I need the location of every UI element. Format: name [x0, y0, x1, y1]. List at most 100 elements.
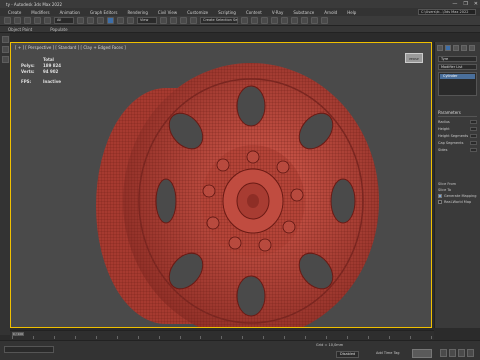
modifier-list-dropdown[interactable]: Modifier List [438, 64, 477, 70]
param-spinner[interactable] [470, 133, 477, 138]
angle-snap-icon[interactable] [180, 17, 187, 24]
select-scale-icon[interactable] [127, 17, 134, 24]
schematic-view-icon[interactable] [281, 17, 289, 24]
render-frame-icon[interactable] [311, 17, 319, 24]
window-controls: — ❐ ✕ [452, 0, 478, 8]
create-tab-icon[interactable] [437, 45, 443, 51]
pivot-center-icon[interactable] [160, 17, 167, 24]
generate-mapping-checkbox[interactable] [438, 194, 442, 198]
material-editor-icon[interactable] [291, 17, 299, 24]
viewport-label[interactable]: [ + ] [ Perspective ] [ Standard ] [ Cla… [15, 45, 126, 50]
undo-icon[interactable] [4, 17, 11, 24]
select-by-name-icon[interactable] [87, 17, 94, 24]
zoom-extents-icon[interactable] [467, 349, 474, 357]
go-to-end-icon[interactable] [458, 349, 465, 357]
close-button[interactable]: ✕ [474, 1, 478, 7]
grid-readout: Grid = 10,0mm [316, 343, 344, 347]
select-rotate-icon[interactable] [117, 17, 124, 24]
ribbon-tabs: Object Paint Populate [0, 26, 480, 33]
modify-tab-icon[interactable] [445, 45, 451, 51]
viewport-layout-icon[interactable] [1, 46, 9, 53]
viewcube[interactable]: PERSP [405, 53, 423, 63]
link-icon[interactable] [24, 17, 31, 24]
modifier-stack: Cylinder [438, 72, 477, 96]
layer-explorer-icon[interactable] [261, 17, 269, 24]
param-radius: Radius [438, 119, 477, 124]
param-spinner[interactable] [470, 140, 477, 145]
menu-animation[interactable]: Animation [60, 10, 80, 15]
slice-to-row[interactable]: Slice To [438, 188, 477, 192]
time-slider[interactable]: 0 / 100 [10, 330, 434, 340]
param-label: Height [438, 126, 450, 131]
snap-toggle-icon[interactable] [170, 17, 177, 24]
status-bar: Grid = 10,0mm Disabled Add Time Tag [0, 340, 480, 360]
viewport-statistics: Total Polys: 189 824 Verts: 94 902 FPS: Ina… [21, 57, 61, 85]
play-icon[interactable] [449, 349, 456, 357]
ribbon-tab-object-paint[interactable]: Object Paint [8, 27, 32, 32]
param-label: Radius [438, 119, 450, 124]
generate-mapping-row[interactable]: Generate Mapping [438, 194, 477, 198]
param-label: Sides [438, 147, 448, 152]
menu-rendering[interactable]: Rendering [127, 10, 147, 15]
menu-customize[interactable]: Customize [187, 10, 208, 15]
reference-coordinate-dropdown[interactable]: View [137, 17, 157, 24]
param-sides: Sides [438, 147, 477, 152]
window-title: ty - Autodesk 3ds Max 2022 [6, 1, 63, 7]
named-selection-sets-dropdown[interactable]: Create Selection Se [200, 17, 239, 24]
adaptive-degradation-toggle[interactable]: Disabled [336, 351, 360, 358]
menu-scripting[interactable]: Scripting [218, 10, 236, 15]
real-world-map-checkbox[interactable] [438, 200, 442, 204]
add-time-tag-button[interactable]: Add Time Tag [376, 351, 400, 355]
minimize-button[interactable]: — [452, 1, 457, 7]
motion-tab-icon[interactable] [461, 45, 467, 51]
menu-vray[interactable]: V-Ray [272, 10, 283, 15]
param-cap-segments: Cap Segments [438, 140, 477, 145]
stats-verts-value: 94 902 [43, 69, 59, 74]
select-move-icon[interactable] [107, 17, 114, 24]
param-spinner[interactable] [470, 119, 477, 124]
go-to-start-icon[interactable] [440, 349, 447, 357]
isolate-icon[interactable] [1, 56, 9, 63]
scene-explorer-icon[interactable] [1, 36, 9, 43]
param-label: Cap Segments [438, 140, 464, 145]
unlink-icon[interactable] [34, 17, 41, 24]
stats-verts-label: Verts: [21, 69, 35, 74]
hierarchy-tab-icon[interactable] [453, 45, 459, 51]
workspace-path-field[interactable]: C:\Users\tr...\3ds Max 2022 [418, 9, 476, 15]
slice-from-row[interactable]: Slice From [438, 182, 477, 186]
set-key-button[interactable] [412, 349, 432, 358]
param-spinner[interactable] [470, 126, 477, 131]
bind-space-warp-icon[interactable] [44, 17, 51, 24]
menu-help[interactable]: Help [347, 10, 356, 15]
menu-content[interactable]: Content [246, 10, 262, 15]
command-panel: Tyre Modifier List Cylinder Parameters R… [434, 42, 480, 328]
region-select-icon[interactable] [97, 17, 104, 24]
render-icon[interactable] [321, 17, 329, 24]
perspective-viewport[interactable]: [ + ] [ Perspective ] [ Standard ] [ Cla… [10, 42, 432, 328]
title-bar: ty - Autodesk 3ds Max 2022 — ❐ ✕ [0, 0, 480, 8]
menu-modifiers[interactable]: Modifiers [31, 10, 49, 15]
align-icon[interactable] [251, 17, 259, 24]
display-tab-icon[interactable] [469, 45, 475, 51]
selection-filter-dropdown[interactable]: All [54, 17, 74, 24]
ribbon-tab-populate[interactable]: Populate [50, 27, 67, 32]
render-setup-icon[interactable] [301, 17, 309, 24]
menu-substance[interactable]: Substance [293, 10, 314, 15]
maxscript-listener-field[interactable] [4, 346, 54, 353]
object-name-field[interactable]: Tyre [438, 56, 477, 62]
mirror-icon[interactable] [241, 17, 249, 24]
left-toolbar [0, 33, 10, 335]
modifier-stack-item[interactable]: Cylinder [440, 74, 475, 79]
parameters-rollout-title[interactable]: Parameters [438, 110, 477, 117]
curve-editor-icon[interactable] [271, 17, 279, 24]
select-object-icon[interactable] [77, 17, 84, 24]
param-spinner[interactable] [470, 147, 477, 152]
real-world-map-row[interactable]: Real-World Map [438, 200, 477, 204]
percent-snap-icon[interactable] [190, 17, 197, 24]
maximize-button[interactable]: ❐ [463, 1, 467, 7]
redo-icon[interactable] [14, 17, 21, 24]
menu-civil-view[interactable]: Civil View [158, 10, 177, 15]
menu-create[interactable]: Create [8, 10, 21, 15]
menu-arnold[interactable]: Arnold [324, 10, 337, 15]
menu-graph-editors[interactable]: Graph Editors [90, 10, 117, 15]
